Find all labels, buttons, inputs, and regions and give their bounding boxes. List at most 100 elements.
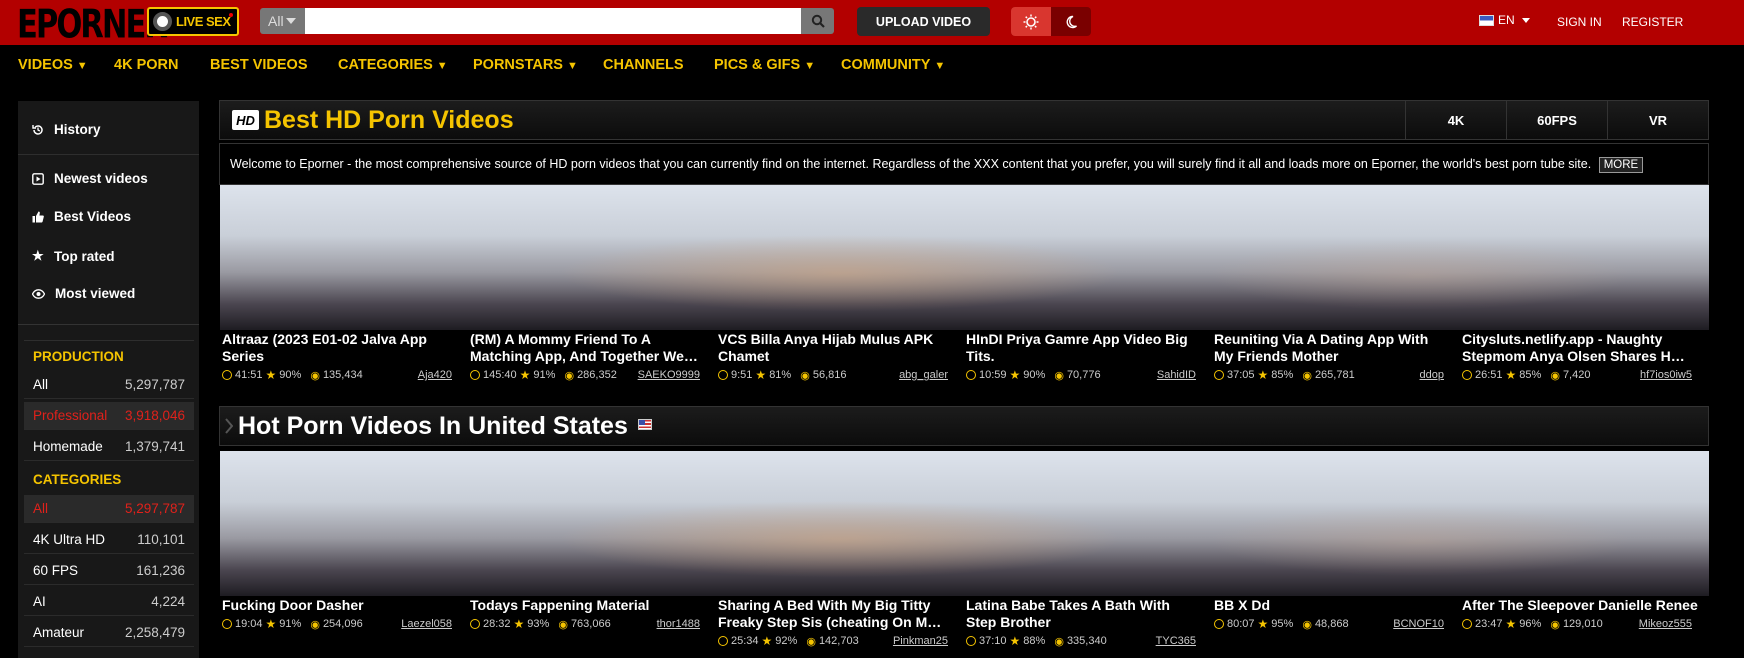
video-title[interactable]: (RM) A Mommy Friend To A Matching App, A… [470,331,706,365]
category-all[interactable]: All 5,297,787 [24,495,194,523]
video-title[interactable]: After The Sleepover Danielle Renee [1462,597,1698,614]
nav-videos[interactable]: VIDEOS ▼ [18,57,88,73]
video-card[interactable]: Fucking Door Dasher 19:04 ★ 91% ◉ 254,096 Laez… [222,597,458,631]
uploader-link[interactable]: hf7ios0iw5 [1640,369,1692,381]
video-title[interactable]: Sharing A Bed With My Big Titty Freaky S… [718,597,954,631]
video-card[interactable]: Sharing A Bed With My Big Titty Freaky S… [718,597,954,648]
uploader-link[interactable]: SAEKO9999 [638,369,700,381]
sidebar-item-history[interactable]: History [32,122,101,137]
video-rating: 90% [1023,369,1046,381]
dark-mode-button[interactable] [1051,7,1091,36]
filter-count: 1,379,741 [124,439,185,454]
video-rating: 91% [533,369,556,381]
uploader-link[interactable]: TYC365 [1156,635,1196,647]
video-duration: 80:07 [1227,618,1255,630]
star-icon: ★ [755,368,767,382]
caret-down-icon: ▼ [76,60,88,72]
clock-icon [222,619,232,629]
eye-icon: ◉ [1550,369,1560,382]
search-input[interactable] [305,8,801,34]
nav-categories[interactable]: CATEGORIES ▼ [338,57,448,73]
nav-4k-porn[interactable]: 4K PORN [114,57,178,73]
video-thumbnails-row[interactable] [220,451,1709,596]
search-scope-select[interactable]: All [260,8,305,34]
uploader-link[interactable]: ddop [1420,369,1444,381]
chevron-down-icon [285,18,296,24]
nav-pornstars[interactable]: PORNSTARS ▼ [473,57,578,73]
uploader-link[interactable]: Aja420 [418,369,452,381]
star-icon: ★ [1505,617,1517,631]
site-logo[interactable]: EPORNER [17,2,168,48]
live-sex-button[interactable]: LIVE SEX [147,7,239,36]
production-heading: PRODUCTION [33,349,124,364]
more-button[interactable]: MORE [1598,157,1644,173]
video-title[interactable]: Altraaz (2023 E01-02 Jalva App Series [222,331,458,365]
clock-icon [718,370,728,380]
video-title[interactable]: BB X Dd [1214,597,1450,614]
nav-channels[interactable]: CHANNELS [603,57,684,73]
upload-video-button[interactable]: UPLOAD VIDEO [857,7,990,36]
video-duration: 10:59 [979,369,1007,381]
sidebar-item-top-rated[interactable]: ★ Top rated [32,248,115,264]
video-card[interactable]: BB X Dd 80:07 ★ 95% ◉ 48,868 BCNOF10 [1214,597,1450,631]
search-button[interactable] [801,8,834,34]
light-mode-button[interactable] [1011,7,1051,36]
eye-icon: ◉ [1302,369,1312,382]
sidebar-item-best-videos[interactable]: Best Videos [32,209,131,224]
best-hd-header: HD Best HD Porn Videos 4K 60FPS VR [219,100,1709,140]
video-card[interactable]: Reuniting Via A Dating App With My Frien… [1214,331,1450,382]
video-meta: 37:05 ★ 85% ◉ 265,781 ddop [1214,368,1450,382]
video-title[interactable]: Todays Fappening Material [470,597,706,614]
filter-vr-button[interactable]: VR [1607,101,1708,139]
video-card[interactable]: Altraaz (2023 E01-02 Jalva App Series 41:… [222,331,458,382]
video-thumbnails-row[interactable] [220,185,1709,330]
uploader-link[interactable]: Laezel058 [401,618,452,630]
register-link[interactable]: REGISTER [1622,15,1683,29]
video-title[interactable]: Fucking Door Dasher [222,597,458,614]
category-amateur[interactable]: Amateur 2,258,479 [24,619,194,647]
video-title[interactable]: VCS Billa Anya Hijab Mulus APK Chamet [718,331,954,365]
category-ai[interactable]: AI 4,224 [24,588,194,616]
video-title[interactable]: HInDI Priya Gamre App Video Big Tits. [966,331,1202,365]
video-title[interactable]: Reuniting Via A Dating App With My Frien… [1214,331,1450,365]
video-card[interactable]: Todays Fappening Material 28:32 ★ 93% ◉ 763,0… [470,597,706,631]
language-selector[interactable]: EN [1479,13,1530,27]
production-homemade[interactable]: Homemade 1,379,741 [24,433,194,461]
uploader-link[interactable]: abg_galer [899,369,948,381]
nav-community[interactable]: COMMUNITY ▼ [841,57,945,73]
filter-4k-button[interactable]: 4K [1405,101,1506,139]
video-card[interactable]: HInDI Priya Gamre App Video Big Tits. 10:… [966,331,1202,382]
sidebar-item-most-viewed[interactable]: Most viewed [32,286,135,301]
category-4k-ultra-hd[interactable]: 4K Ultra HD 110,101 [24,526,194,554]
filter-60fps-button[interactable]: 60FPS [1506,101,1607,139]
star-icon: ★ [1257,617,1269,631]
nav-best-videos[interactable]: BEST VIDEOS [210,57,308,73]
production-professional[interactable]: Professional 3,918,046 [24,402,194,430]
uploader-link[interactable]: BCNOF10 [1393,618,1444,630]
video-title[interactable]: Latina Babe Takes A Bath With Step Broth… [966,597,1202,631]
video-duration: 37:05 [1227,369,1255,381]
star-icon: ★ [519,368,531,382]
star-icon: ★ [1009,634,1021,648]
video-card[interactable]: Latina Babe Takes A Bath With Step Broth… [966,597,1202,648]
production-all[interactable]: All 5,297,787 [24,371,194,399]
video-rating: 85% [1519,369,1542,381]
uploader-link[interactable]: SahidID [1157,369,1196,381]
video-card[interactable]: Citysluts.netlify.app - Naughty Stepmom … [1462,331,1698,382]
uploader-link[interactable]: thor1488 [657,618,700,630]
uploader-link[interactable]: Pinkman25 [893,635,948,647]
video-card[interactable]: VCS Billa Anya Hijab Mulus APK Chamet 9:5… [718,331,954,382]
uploader-link[interactable]: Mikeoz555 [1639,618,1692,630]
video-card[interactable]: After The Sleepover Danielle Renee 23:47 ★… [1462,597,1698,631]
video-meta: 9:51 ★ 81% ◉ 56,816 abg_galer [718,368,954,382]
clock-icon [222,370,232,380]
video-card[interactable]: (RM) A Mommy Friend To A Matching App, A… [470,331,706,382]
nav-pics-gifs[interactable]: PICS & GIFS ▼ [714,57,815,73]
video-rating: 81% [769,369,792,381]
star-icon: ★ [1505,368,1517,382]
theme-toggle[interactable] [1011,7,1091,36]
sidebar-item-newest-videos[interactable]: Newest videos [32,171,148,186]
category-60-fps[interactable]: 60 FPS 161,236 [24,557,194,585]
sign-in-link[interactable]: SIGN IN [1557,15,1602,29]
video-title[interactable]: Citysluts.netlify.app - Naughty Stepmom … [1462,331,1698,365]
